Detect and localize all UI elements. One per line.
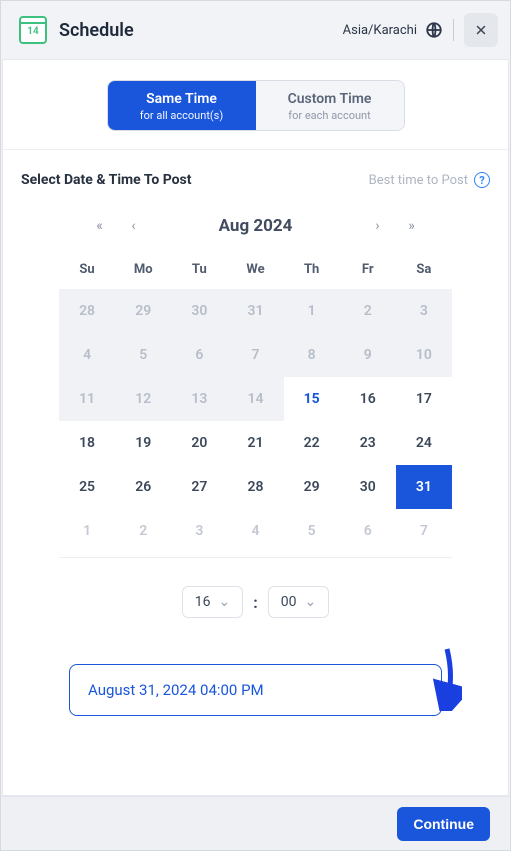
best-time-label: Best time to Post [369, 173, 468, 188]
month-year-label: Aug 2024 [156, 216, 356, 236]
calendar-day[interactable]: 17 [396, 377, 452, 421]
time-mode-toggle: Same Time for all account(s) Custom Time… [3, 60, 508, 150]
calendar-day: 12 [115, 377, 171, 421]
calendar-day: 6 [171, 333, 227, 377]
calendar-day: 8 [284, 333, 340, 377]
header: 14 Schedule Asia/Karachi [1, 1, 510, 59]
calendar-day: 30 [171, 289, 227, 333]
calendar-day[interactable]: 19 [115, 421, 171, 465]
calendar-day: 4 [59, 333, 115, 377]
calendar-day: 7 [396, 509, 452, 553]
next-year-button[interactable]: » [400, 218, 424, 234]
section-title: Select Date & Time To Post [21, 172, 191, 188]
footer: Continue [1, 796, 510, 850]
day-of-week-header: Mo [115, 254, 171, 289]
continue-button[interactable]: Continue [397, 807, 490, 841]
tab-same-time-title: Same Time [108, 91, 256, 107]
day-of-week-header: Su [59, 254, 115, 289]
divider [59, 557, 452, 558]
tab-custom-time[interactable]: Custom Time for each account [256, 81, 404, 130]
calendar-day[interactable]: 24 [396, 421, 452, 465]
calendar-day: 10 [396, 333, 452, 377]
tab-custom-time-title: Custom Time [256, 91, 404, 107]
calendar-day: 3 [396, 289, 452, 333]
calendar-icon: 14 [19, 16, 47, 44]
day-of-week-header: Th [284, 254, 340, 289]
globe-icon[interactable] [425, 21, 443, 39]
calendar-day[interactable]: 16 [340, 377, 396, 421]
day-of-week-header: We [227, 254, 283, 289]
calendar-day[interactable]: 20 [171, 421, 227, 465]
close-button[interactable] [464, 13, 498, 47]
timezone-label[interactable]: Asia/Karachi [343, 23, 417, 38]
tab-same-time-sub: for all account(s) [108, 109, 256, 122]
calendar-day[interactable]: 21 [227, 421, 283, 465]
calendar-day[interactable]: 15 [284, 377, 340, 421]
time-colon: : [253, 593, 258, 612]
calendar-day: 4 [227, 509, 283, 553]
hour-value: 16 [195, 594, 211, 610]
calendar-day[interactable]: 31 [396, 465, 452, 509]
calendar-day[interactable]: 22 [284, 421, 340, 465]
calendar-day: 14 [227, 377, 283, 421]
calendar-day[interactable]: 23 [340, 421, 396, 465]
body: Same Time for all account(s) Custom Time… [2, 59, 509, 796]
calendar-day[interactable]: 25 [59, 465, 115, 509]
calendar-day: 6 [340, 509, 396, 553]
arrow-annotation-icon [432, 647, 462, 715]
calendar-day[interactable]: 27 [171, 465, 227, 509]
tab-custom-time-sub: for each account [256, 109, 404, 122]
calendar-day: 9 [340, 333, 396, 377]
calendar-day[interactable]: 29 [284, 465, 340, 509]
calendar-day: 5 [284, 509, 340, 553]
calendar-day: 5 [115, 333, 171, 377]
calendar-day[interactable]: 26 [115, 465, 171, 509]
hour-select[interactable]: 16 ⌄ [182, 586, 243, 618]
calendar-day: 28 [59, 289, 115, 333]
best-time-link[interactable]: Best time to Post ? [369, 172, 490, 188]
calendar-day: 1 [59, 509, 115, 553]
prev-month-button[interactable]: ‹ [122, 218, 146, 234]
calendar-day[interactable]: 28 [227, 465, 283, 509]
tab-same-time[interactable]: Same Time for all account(s) [108, 81, 256, 130]
minute-value: 00 [281, 594, 297, 610]
calendar-day: 13 [171, 377, 227, 421]
day-of-week-header: Tu [171, 254, 227, 289]
calendar-day[interactable]: 30 [340, 465, 396, 509]
selected-datetime-display: August 31, 2024 04:00 PM [69, 664, 442, 716]
calendar-day: 11 [59, 377, 115, 421]
divider [453, 19, 454, 41]
chevron-down-icon: ⌄ [219, 594, 231, 610]
next-month-button[interactable]: › [366, 218, 390, 234]
calendar-day: 31 [227, 289, 283, 333]
day-of-week-header: Fr [340, 254, 396, 289]
calendar-day: 3 [171, 509, 227, 553]
calendar-day: 7 [227, 333, 283, 377]
calendar-day: 2 [115, 509, 171, 553]
page-title: Schedule [59, 20, 343, 41]
calendar-icon-day: 14 [21, 26, 45, 37]
calendar-day: 1 [284, 289, 340, 333]
day-of-week-header: Sa [396, 254, 452, 289]
prev-year-button[interactable]: « [88, 218, 112, 234]
help-icon[interactable]: ? [474, 172, 490, 188]
calendar-day: 2 [340, 289, 396, 333]
calendar-day: 29 [115, 289, 171, 333]
chevron-down-icon: ⌄ [305, 594, 317, 610]
calendar-day[interactable]: 18 [59, 421, 115, 465]
minute-select[interactable]: 00 ⌄ [268, 586, 329, 618]
